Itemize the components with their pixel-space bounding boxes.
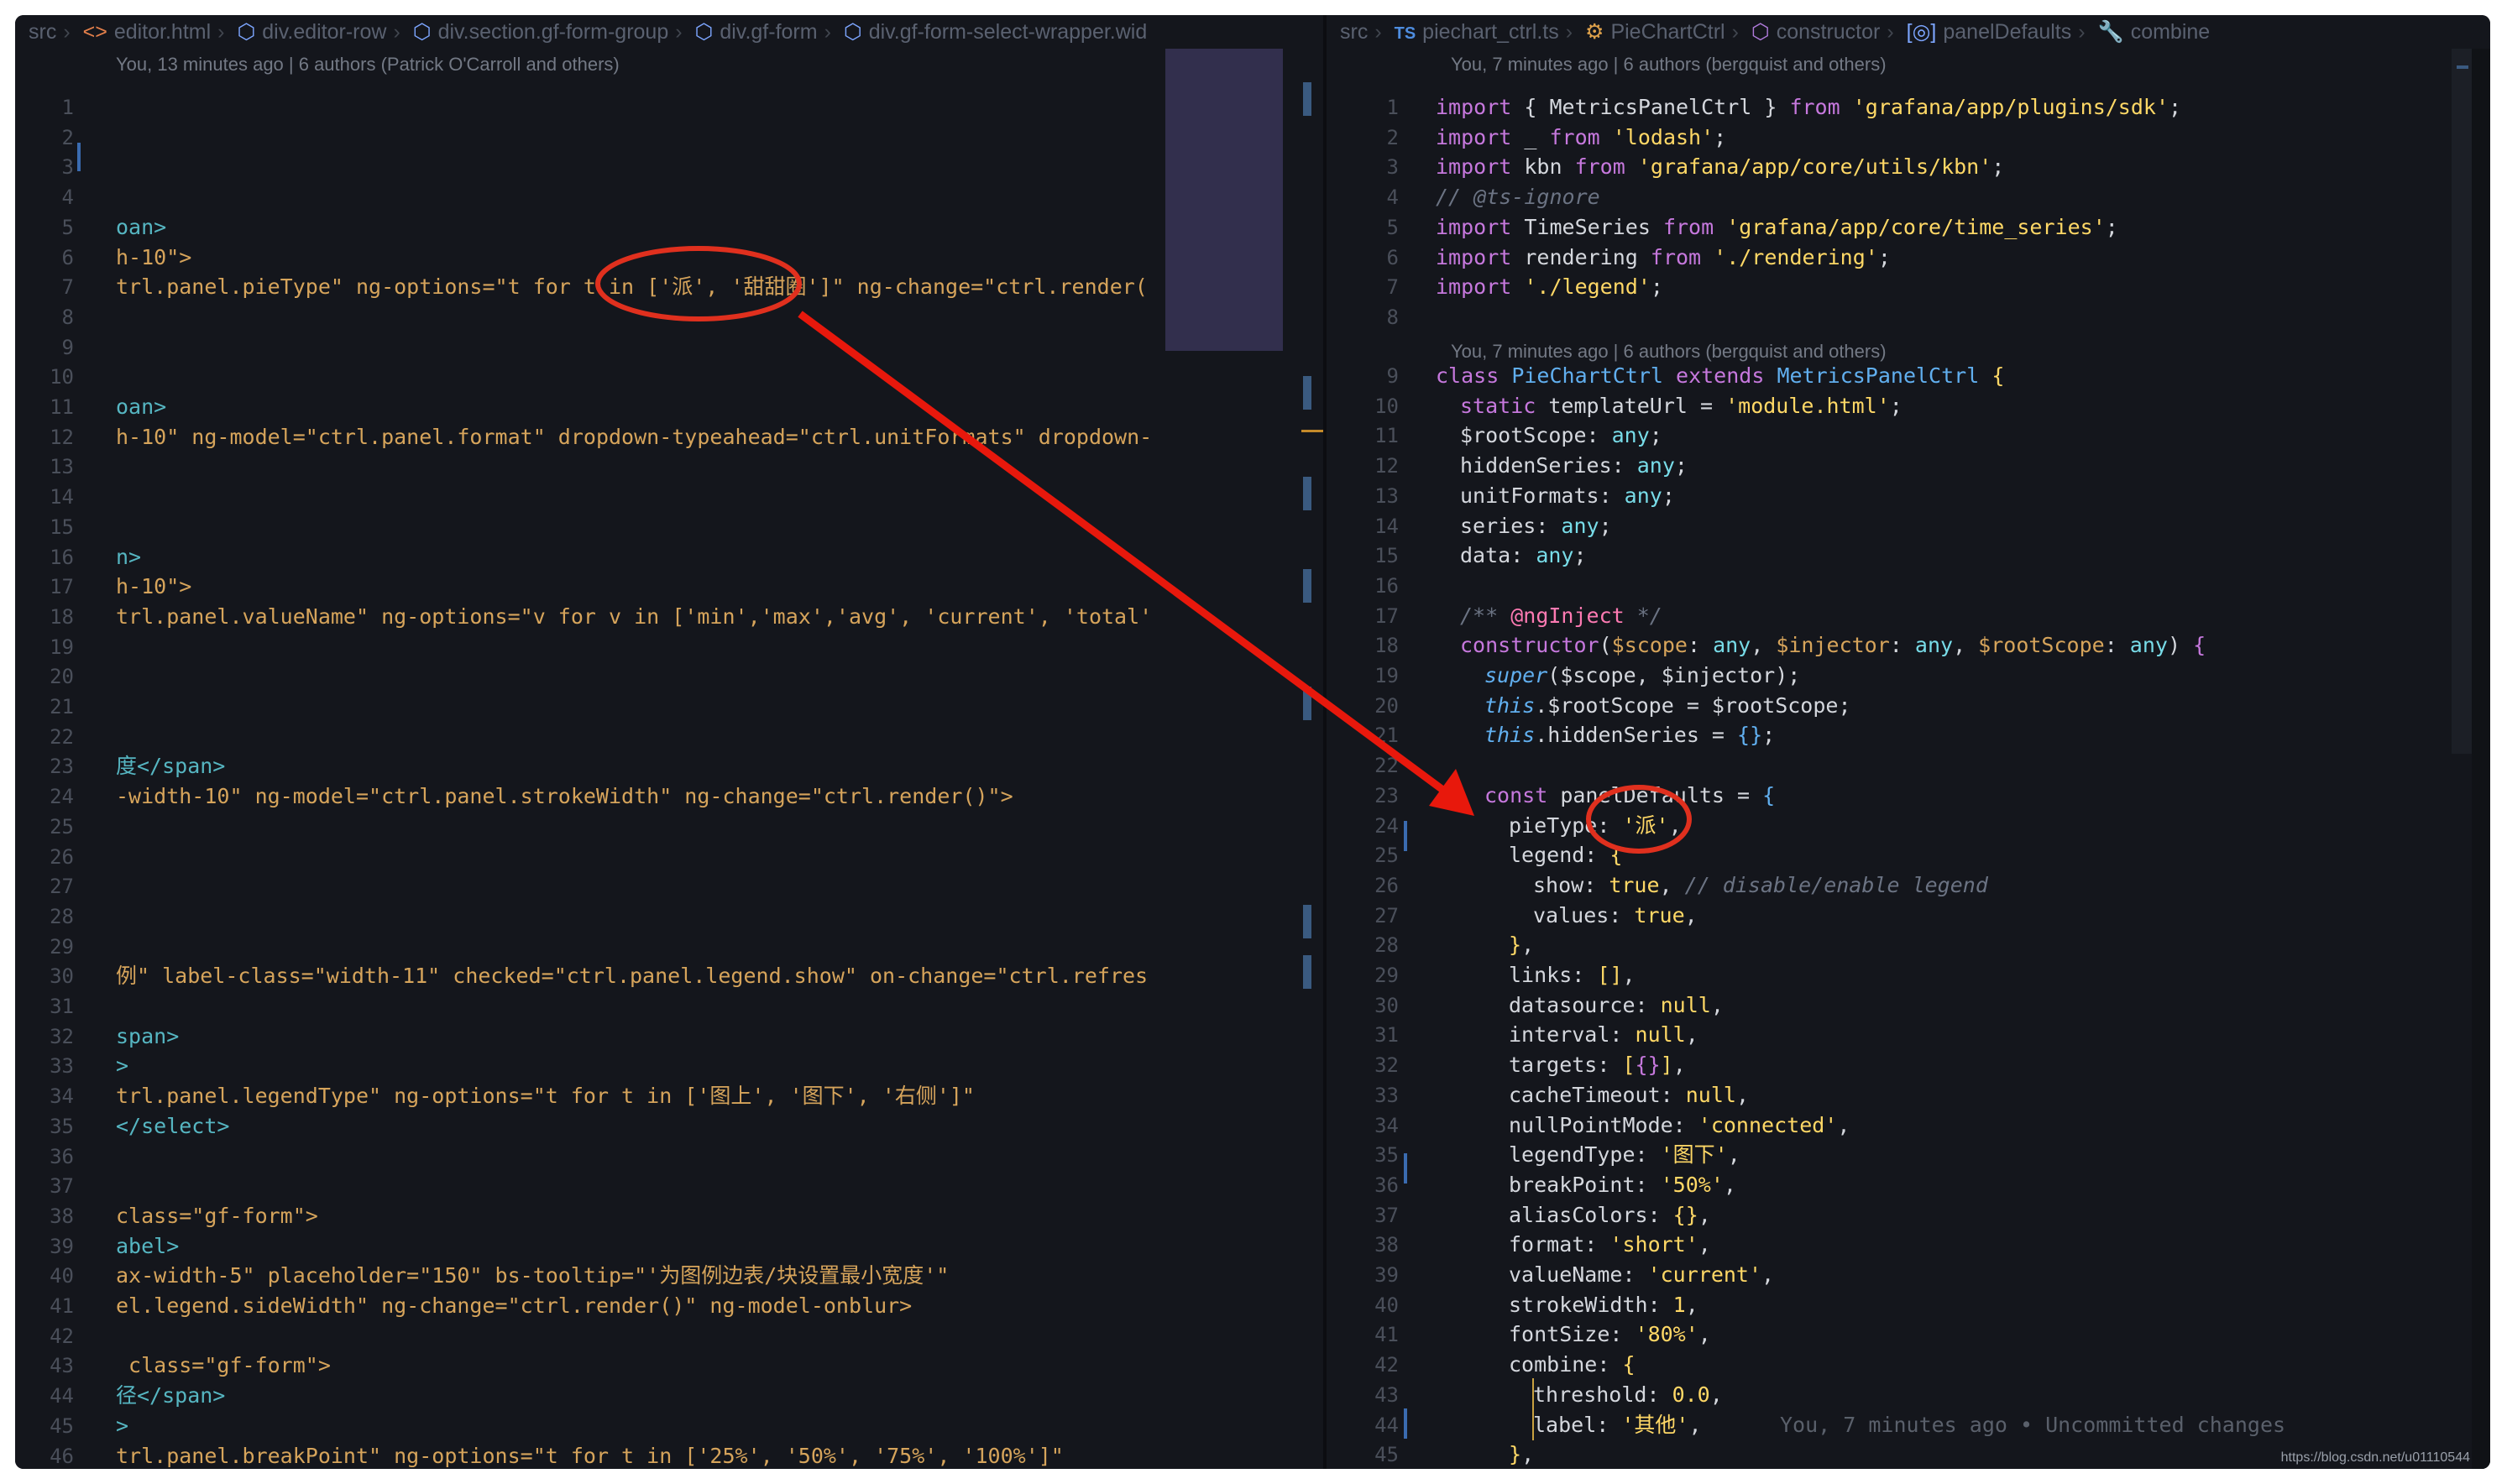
annotation-arrow-head bbox=[1429, 769, 1474, 816]
highlight-circle bbox=[1586, 785, 1692, 854]
editor-window: src › <> editor.html › ⬡ div.editor-row › ⬡ di… bbox=[15, 15, 2490, 1469]
annotation-overlay bbox=[595, 246, 1692, 854]
annotation-arrow-line bbox=[798, 311, 1453, 799]
highlight-circle bbox=[595, 246, 802, 321]
watermark: https://blog.csdn.net/u01110544 bbox=[2280, 1450, 2470, 1465]
